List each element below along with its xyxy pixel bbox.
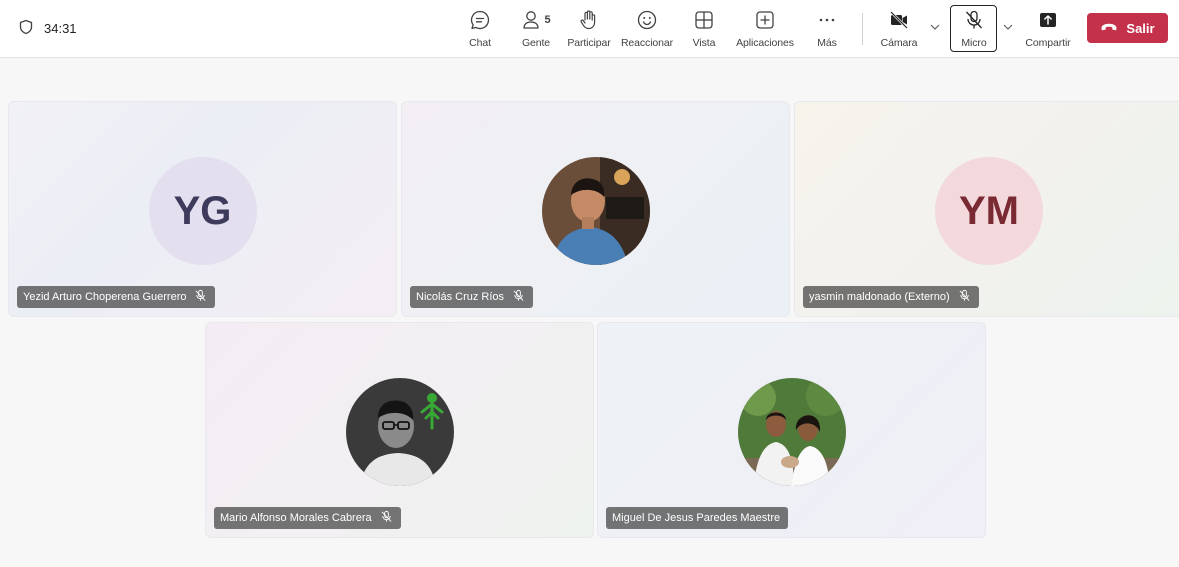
more-label: Más — [817, 37, 837, 49]
react-button[interactable]: Reaccionar — [620, 6, 674, 52]
participant-name: yasmin maldonado (Externo) — [809, 291, 950, 303]
avatar: YG — [148, 157, 257, 265]
participant-tile[interactable]: Mario Alfonso Morales Cabrera — [205, 322, 594, 538]
more-dots-icon — [815, 8, 839, 32]
camera-options-chevron[interactable] — [929, 20, 943, 34]
people-count: 5 — [544, 14, 551, 26]
people-button[interactable]: 5 Gente — [518, 6, 554, 52]
view-button[interactable]: Vista — [690, 6, 718, 52]
camera-button[interactable]: Cámara — [878, 6, 920, 52]
participant-tile[interactable]: YG Yezid Arturo Choperena Guerrero — [8, 101, 397, 317]
avatar — [541, 157, 650, 265]
phone-hangup-icon — [1100, 18, 1118, 39]
meeting-toolbar: 34:31 Chat 5 Gente Participar Reaccionar — [0, 0, 1179, 58]
participant-name-tag: Mario Alfonso Morales Cabrera — [214, 507, 401, 529]
mic-options-chevron[interactable] — [1002, 20, 1016, 34]
avatar: YM — [935, 157, 1043, 265]
chevron-down-icon — [929, 20, 941, 37]
mic-off-icon — [380, 510, 393, 526]
profile-photo — [737, 378, 846, 486]
avatar — [737, 378, 846, 486]
participant-name: Nicolás Cruz Ríos — [416, 291, 505, 303]
participant-name-tag: Yezid Arturo Choperena Guerrero — [17, 286, 216, 308]
timer-text: 34:31 — [44, 20, 77, 36]
participant-name-tag: yasmin maldonado (Externo) — [803, 286, 979, 308]
mic-label: Micro — [961, 37, 987, 49]
toolbar-divider — [862, 13, 863, 45]
participant-name: Yezid Arturo Choperena Guerrero — [23, 291, 187, 303]
mic-off-icon — [512, 289, 525, 305]
profile-photo — [541, 157, 650, 265]
profile-photo — [345, 378, 454, 486]
people-icon-wrap: 5 — [519, 8, 553, 32]
participant-tile[interactable]: Miguel De Jesus Paredes Maestre — [597, 322, 986, 538]
view-label: Vista — [692, 37, 716, 49]
mic-off-icon — [194, 289, 207, 305]
add-apps-icon — [753, 8, 777, 32]
smiley-icon — [635, 8, 659, 32]
mic-button[interactable]: Micro — [956, 6, 992, 52]
raise-hand-label: Participar — [567, 37, 611, 49]
participant-name: Miguel De Jesus Paredes Maestre — [612, 512, 781, 524]
camera-off-icon — [887, 8, 911, 32]
apps-label: Aplicaciones — [736, 37, 794, 49]
share-button[interactable]: Compartir — [1022, 6, 1074, 52]
more-button[interactable]: Más — [814, 6, 840, 52]
react-label: Reaccionar — [620, 37, 674, 49]
chat-icon — [468, 8, 492, 32]
chat-button[interactable]: Chat — [466, 6, 494, 52]
participant-name: Mario Alfonso Morales Cabrera — [220, 512, 372, 524]
people-label: Gente — [521, 37, 551, 49]
chat-label: Chat — [469, 37, 491, 49]
avatar — [345, 378, 454, 486]
mic-off-icon — [958, 289, 971, 305]
camera-label: Cámara — [880, 37, 918, 49]
participant-tile[interactable]: Nicolás Cruz Ríos — [401, 101, 790, 317]
raise-hand-icon — [577, 8, 601, 32]
share-label: Compartir — [1025, 37, 1071, 49]
participant-tile[interactable]: YM yasmin maldonado (Externo) — [794, 101, 1179, 317]
participant-name-tag: Miguel De Jesus Paredes Maestre — [606, 507, 789, 529]
leave-label: Salir — [1126, 20, 1155, 36]
leave-button[interactable]: Salir — [1087, 13, 1168, 43]
apps-button[interactable]: Aplicaciones — [734, 6, 796, 52]
chevron-down-icon — [1002, 20, 1014, 37]
mic-off-icon — [962, 8, 986, 32]
people-icon — [521, 9, 543, 31]
shield-icon — [18, 19, 34, 38]
share-screen-icon — [1036, 8, 1060, 32]
meeting-timer: 34:31 — [18, 17, 77, 39]
grid-view-icon — [692, 8, 716, 32]
raise-hand-button[interactable]: Participar — [566, 6, 612, 52]
participant-name-tag: Nicolás Cruz Ríos — [410, 286, 534, 308]
